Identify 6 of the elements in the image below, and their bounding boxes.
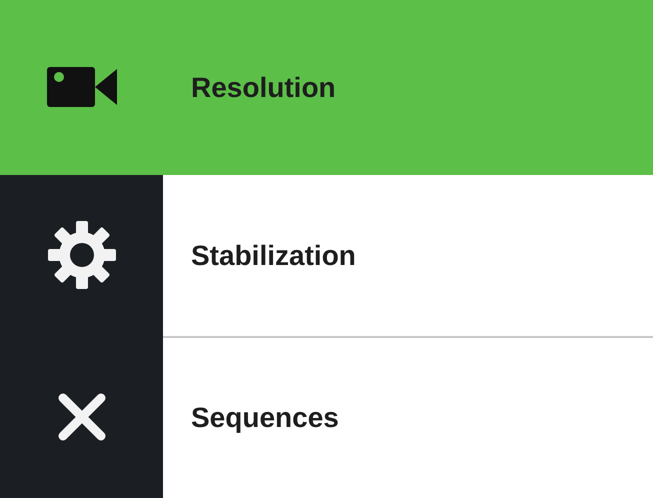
menu-item-label: Sequences: [191, 402, 339, 434]
video-camera-icon: [46, 65, 116, 110]
menu-item-label: Stabilization: [191, 240, 356, 272]
settings-icon: [46, 220, 116, 290]
menu-item-label: Resolution: [191, 72, 336, 104]
close-icon: [56, 392, 106, 442]
